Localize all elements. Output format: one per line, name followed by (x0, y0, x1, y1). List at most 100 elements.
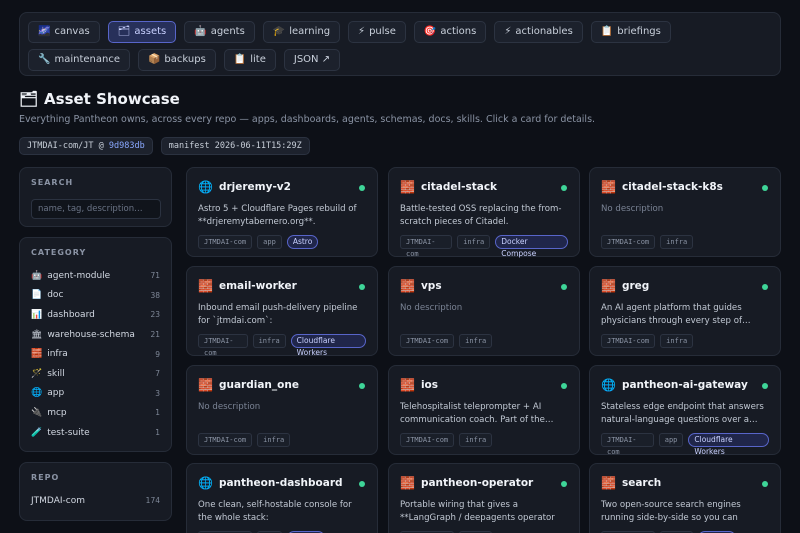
category-icon: 🌐 (31, 388, 43, 399)
card-description: No description (601, 204, 664, 214)
card-description: Battle-tested OSS replacing the from-scr… (400, 204, 562, 227)
card-title: drjeremy-v2 (218, 181, 291, 193)
category-item-agent-module[interactable]: 🤖 agent-module 71 (31, 266, 160, 286)
tag-infra: infra (459, 334, 493, 348)
tag-infra: infra (660, 235, 694, 249)
category-count: 1 (155, 428, 160, 438)
tech-badge: Astro (286, 235, 319, 249)
asset-card-vps[interactable]: 🧱 vps No description JTMDAI-com infra (388, 266, 580, 356)
category-item-left: 🏛 warehouse-schema (31, 330, 135, 340)
nav-tab-json[interactable]: JSON ↗ (283, 49, 341, 71)
manifest-chip: manifest 2026-06-11T15:29Z (160, 137, 310, 155)
category-item-left: 🧪 test-suite (31, 428, 90, 438)
asset-card-citadel-stack-k8s[interactable]: 🧱 citadel-stack-k8s No description JTMDAI-c… (589, 167, 781, 257)
category-count: 23 (150, 310, 160, 320)
nav-tab-briefings[interactable]: 📋 briefings (590, 21, 671, 43)
search-input[interactable] (31, 199, 161, 219)
nav-tab-assets[interactable]: 🗂 assets (107, 21, 177, 43)
card-header: 🧱 email-worker (198, 278, 366, 294)
tag-jtmdai-com: JTMDAI-com (601, 235, 656, 249)
category-item-left: 🪄 skill (31, 369, 65, 379)
nav-tab-agents[interactable]: 🤖 agents (184, 21, 255, 43)
card-description: No description (198, 402, 261, 412)
category-item-app[interactable]: 🌐 app 3 (31, 384, 160, 404)
category-item-left: 🧱 infra (31, 349, 68, 359)
nav-tab-label: agents (210, 26, 245, 37)
card-description: One clean, self-hostable console for the… (198, 500, 352, 523)
category-item-infra[interactable]: 🧱 infra 9 (31, 344, 160, 364)
card-description: Telehospitalist teleprompter + AI commun… (400, 402, 554, 425)
category-item-doc[interactable]: 📄 doc 38 (31, 286, 160, 306)
tag-infra: infra (660, 334, 694, 348)
nav-tab-actionables[interactable]: ⚡ actionables (494, 21, 583, 43)
asset-card-pantheon-ai-gateway[interactable]: 🌐 pantheon-ai-gateway Stateless edge endpo… (589, 365, 781, 456)
category-label: warehouse-schema (47, 329, 135, 340)
card-tags: JTMDAI-com infra Docker Compose (400, 235, 568, 258)
tag-jtmdai-com: JTMDAI-com (601, 334, 656, 348)
nav-tab-icon: 🔧 (38, 54, 51, 65)
nav-tab-maintenance[interactable]: 🔧 maintenance (28, 49, 130, 71)
category-count: 1 (155, 408, 160, 418)
status-dot (561, 481, 567, 487)
nav-tab-actions[interactable]: 🎯 actions (413, 21, 487, 43)
asset-card-drjeremy-v2[interactable]: 🌐 drjeremy-v2 Astro 5 + Cloudflare Pages r… (186, 167, 378, 257)
tag-jtmdai-com: JTMDAI-com (198, 235, 253, 249)
tag-infra: infra (459, 433, 493, 447)
nav-tab-canvas[interactable]: 🌌 canvas (28, 21, 100, 43)
card-description: An AI agent platform that guides physici… (601, 303, 751, 326)
card-tags: JTMDAI-com infra (601, 334, 769, 348)
nav-tab-icon: 📋 (600, 26, 614, 37)
category-list: 🤖 agent-module 71 📄 doc 38 📊 dashboard 23 🏛 wareho… (31, 266, 160, 442)
nav-tab-icon: 🎯 (423, 26, 437, 37)
asset-card-pantheon-operator[interactable]: 🧱 pantheon-operator Portable wiring that g… (388, 463, 580, 533)
status-dot (762, 185, 768, 191)
asset-card-greg[interactable]: 🧱 greg An AI agent platform that guides ph… (589, 266, 781, 356)
category-item-mcp[interactable]: 🔌 mcp 1 (31, 403, 160, 423)
status-dot (762, 481, 768, 487)
category-item-dashboard[interactable]: 📊 dashboard 23 (31, 305, 160, 325)
asset-card-guardian_one[interactable]: 🧱 guardian_one No description JTMDAI-com inf… (186, 365, 378, 455)
page-title-text: Asset Showcase (44, 90, 180, 108)
brick-icon: 🧱 (400, 180, 415, 194)
category-label: test-suite (47, 427, 90, 438)
repo-panel-title: REPO (31, 473, 60, 482)
asset-card-email-worker[interactable]: 🧱 email-worker Inbound email push-delivery… (186, 266, 378, 357)
card-tags: JTMDAI-com app Cloudflare Workers (601, 433, 769, 456)
repo-item-JTMDAI-com[interactable]: JTMDAI-com 174 (31, 491, 160, 511)
nav-tab-lite[interactable]: 📋 lite (223, 49, 276, 71)
asset-card-pantheon-dashboard[interactable]: 🌐 pantheon-dashboard One clean, self-hosta… (186, 463, 378, 533)
nav-tab-backups[interactable]: 📦 backups (137, 49, 216, 71)
card-title: citadel-stack-k8s (621, 181, 723, 193)
card-title: email-worker (218, 280, 297, 292)
asset-card-search[interactable]: 🧱 search Two open-source search engines ru… (589, 463, 781, 533)
brick-icon: 🧱 (601, 180, 616, 194)
asset-card-citadel-stack[interactable]: 🧱 citadel-stack Battle-tested OSS replacin… (388, 167, 580, 258)
category-item-warehouse-schema[interactable]: 🏛 warehouse-schema 21 (31, 325, 160, 345)
category-label: skill (47, 368, 65, 379)
category-item-skill[interactable]: 🪄 skill 7 (31, 364, 160, 384)
category-label: app (47, 388, 65, 399)
category-label: mcp (47, 407, 67, 418)
category-label: infra (47, 349, 68, 360)
category-item-test-suite[interactable]: 🧪 test-suite 1 (31, 423, 160, 443)
card-title: pantheon-dashboard (218, 477, 343, 489)
repo-list: JTMDAI-com 174 (31, 491, 160, 511)
nav-tab-pulse[interactable]: ⚡ pulse (348, 21, 406, 43)
nav-tab-label: learning (289, 26, 331, 37)
folder-icon: 🗂 (19, 90, 39, 108)
category-label: doc (47, 290, 64, 301)
asset-card-ios[interactable]: 🧱 ios Telehospitalist teleprompter + AI co… (388, 365, 580, 455)
tech-badge: Cloudflare Workers (688, 433, 769, 456)
globe-icon: 🌐 (198, 476, 213, 490)
category-count: 71 (150, 271, 160, 281)
category-icon: 🏛 (31, 329, 43, 340)
commit-hash[interactable]: 9d983db (109, 141, 145, 151)
card-description: Inbound email push-delivery pipeline for… (198, 303, 358, 326)
nav-tab-label: pulse (369, 26, 396, 37)
tag-jtmdai-com: JTMDAI-com (400, 433, 455, 447)
brick-icon: 🧱 (400, 279, 415, 293)
nav-tab-learning[interactable]: 🎓 learning (262, 21, 341, 43)
nav-tab-label: briefings (617, 26, 661, 37)
nav-tab-icon: 🌌 (38, 26, 51, 37)
nav-tab-icon: 🎓 (272, 26, 286, 37)
